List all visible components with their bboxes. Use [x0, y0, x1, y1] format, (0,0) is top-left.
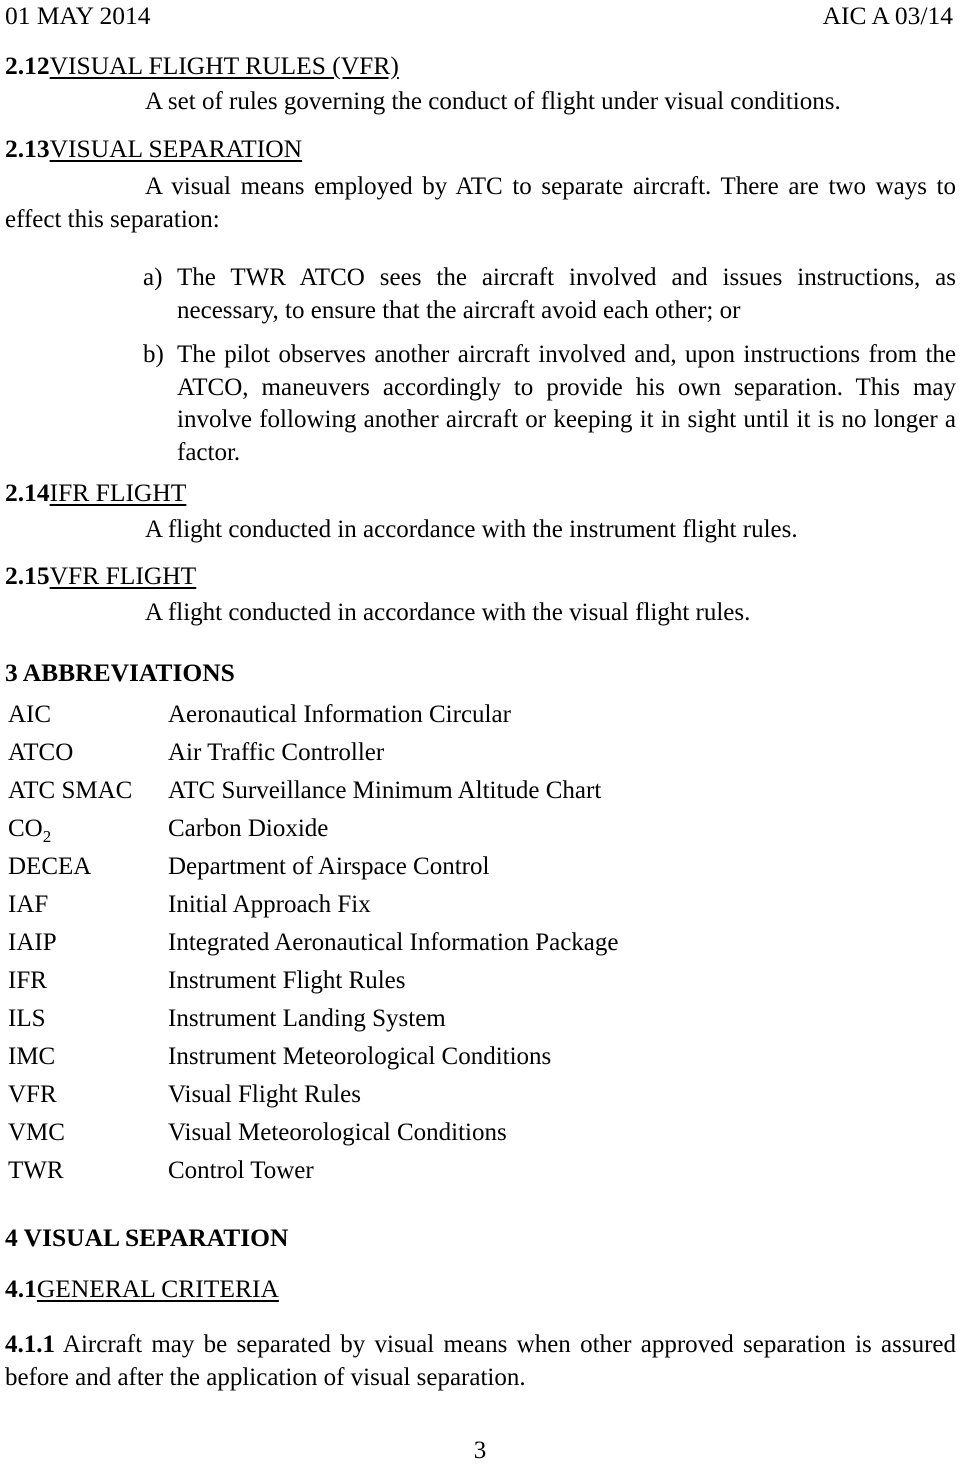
section-body-2-15: A flight conducted in accordance with th…: [145, 598, 751, 626]
section-title: VFR FLIGHT: [49, 561, 197, 591]
abbreviation-definition: Instrument Meteorological Conditions: [168, 1043, 552, 1070]
table-row: VMC Visual Meteorological Conditions: [5, 1114, 956, 1152]
section-heading-2-13: 2.13VISUAL SEPARATION: [5, 133, 956, 164]
abbreviation-term: DECEA: [8, 853, 92, 880]
abbreviation-definition: Department of Airspace Control: [168, 853, 490, 880]
abbreviations-table: AIC Aeronautical Information Circular AT…: [5, 696, 956, 1190]
abbreviation-term: ATCO: [8, 739, 74, 766]
section-title: VISUAL FLIGHT RULES (VFR): [49, 50, 399, 80]
table-row: IAF Initial Approach Fix: [5, 886, 956, 924]
abbreviation-term: IAIP: [8, 929, 57, 956]
list-item-text: The TWR ATCO sees the aircraft involved …: [177, 264, 956, 324]
subscript: 2: [42, 827, 52, 846]
clause-number: 4.1.1: [5, 1331, 55, 1359]
table-row: IMC Instrument Meteorological Conditions: [5, 1038, 956, 1076]
list-marker: a): [143, 264, 163, 292]
table-row: IAIP Integrated Aeronautical Information…: [5, 924, 956, 962]
abbreviation-definition: Aeronautical Information Circular: [168, 701, 511, 728]
section-number: 2.15: [5, 561, 50, 591]
abbreviation-definition: Instrument Flight Rules: [168, 967, 406, 994]
separation-methods-list: a) The TWR ATCO sees the aircraft involv…: [5, 262, 956, 469]
section-heading-2-15: 2.15VFR FLIGHT: [5, 562, 956, 591]
section-title: GENERAL CRITERIA: [36, 1273, 279, 1303]
abbreviation-term: VFR: [8, 1081, 57, 1108]
section-heading-4: 4 VISUAL SEPARATION: [5, 1223, 289, 1252]
abbreviation-term: IFR: [8, 967, 47, 994]
section-number: 4.1: [5, 1273, 37, 1303]
header-doc-ref: AIC A 03/14: [822, 1, 953, 30]
list-item-text: The pilot observes another aircraft invo…: [177, 341, 956, 466]
abbreviation-definition: Instrument Landing System: [168, 1005, 446, 1032]
table-row: ATCO Air Traffic Controller: [5, 734, 956, 772]
table-row: ATC SMAC ATC Surveillance Minimum Altitu…: [5, 772, 956, 810]
header-date: 01 MAY 2014: [5, 1, 151, 30]
abbreviation-term: IMC: [8, 1043, 56, 1070]
section-title: VISUAL SEPARATION: [49, 133, 303, 163]
clause-text: Aircraft may be separated by visual mean…: [5, 1331, 957, 1391]
abbreviation-definition: ATC Surveillance Minimum Altitude Chart: [168, 777, 602, 804]
abbreviation-term: AIC: [8, 701, 52, 728]
table-row: DECEA Department of Airspace Control: [5, 848, 956, 886]
table-row: CO2 Carbon Dioxide: [5, 810, 956, 848]
abbreviation-definition: Air Traffic Controller: [168, 739, 385, 766]
section-body-2-12: A set of rules governing the conduct of …: [145, 88, 841, 116]
section-title: IFR FLIGHT: [49, 478, 187, 508]
section-body-2-13: A visual means employed by ATC to separa…: [5, 173, 956, 233]
section-number: 2.12: [5, 50, 50, 80]
list-marker: b): [143, 341, 164, 369]
abbreviation-term: ATC SMAC: [8, 777, 133, 804]
table-row: VFR Visual Flight Rules: [5, 1076, 956, 1114]
abbreviation-definition: Control Tower: [168, 1157, 314, 1184]
abbreviation-definition: Visual Flight Rules: [168, 1081, 361, 1108]
abbreviations-heading: 3 ABBREVIATIONS: [5, 658, 235, 688]
abbreviation-term: VMC: [8, 1119, 65, 1146]
list-item: a) The TWR ATCO sees the aircraft involv…: [5, 262, 956, 327]
section-body-2-14: A flight conducted in accordance with th…: [145, 515, 798, 543]
clause-4-1-1: 4.1.1 Aircraft may be separated by visua…: [5, 1329, 956, 1394]
list-item: b) The pilot observes another aircraft i…: [5, 339, 956, 469]
abbreviation-term: ILS: [8, 1005, 46, 1032]
abbreviation-term: CO2: [8, 815, 52, 846]
abbreviation-definition: Initial Approach Fix: [168, 891, 371, 918]
section-heading-4-1: 4.1GENERAL CRITERIA: [5, 1273, 956, 1304]
abbreviation-term: TWR: [8, 1157, 64, 1184]
abbreviation-definition: Visual Meteorological Conditions: [168, 1119, 507, 1146]
table-row: TWR Control Tower: [5, 1152, 956, 1190]
section-number: 2.13: [5, 133, 50, 163]
abbreviation-definition: Carbon Dioxide: [168, 815, 329, 842]
abbreviation-term: IAF: [8, 891, 49, 918]
running-head: 01 MAY 2014 AIC A 03/14: [5, 0, 956, 30]
table-row: AIC Aeronautical Information Circular: [5, 696, 956, 734]
section-number: 2.14: [5, 478, 50, 508]
document-page: 01 MAY 2014 AIC A 03/14 2.12VISUAL FLIGH…: [0, 0, 960, 1483]
page-number: 3: [473, 1437, 487, 1464]
abbreviation-definition: Integrated Aeronautical Information Pack…: [168, 929, 619, 956]
table-row: IFR Instrument Flight Rules: [5, 962, 956, 1000]
section-heading-2-14: 2.14IFR FLIGHT: [5, 479, 956, 508]
table-row: ILS Instrument Landing System: [5, 1000, 956, 1038]
section-heading-2-12: 2.12VISUAL FLIGHT RULES (VFR): [5, 50, 956, 81]
